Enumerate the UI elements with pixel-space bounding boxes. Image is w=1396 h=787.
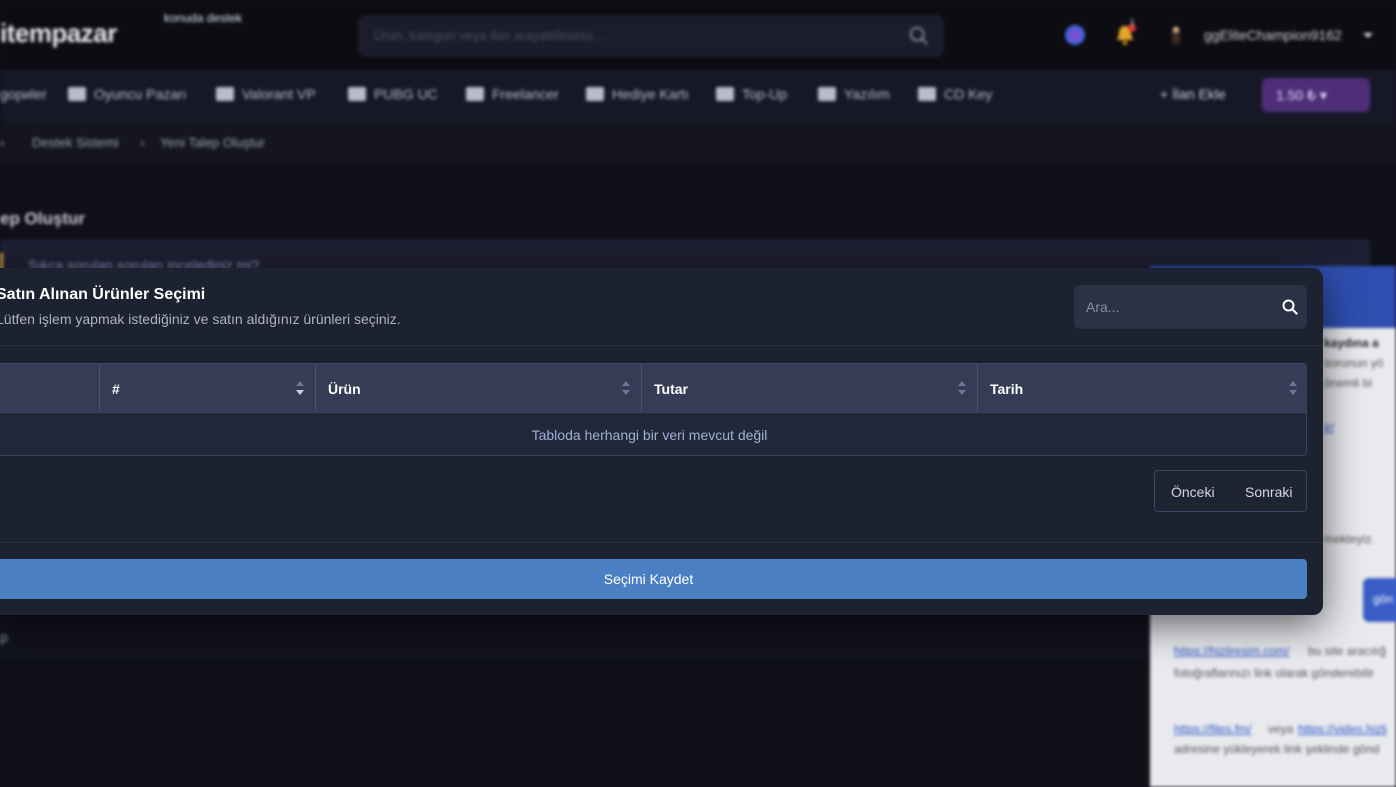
nav-item-top-up[interactable]: Top-Up bbox=[716, 86, 787, 102]
column-header-label: Tutar bbox=[654, 381, 688, 397]
product-selection-modal: Satın Alınan Ürünler Seçimi Lütfen işlem… bbox=[0, 268, 1323, 615]
table-empty-message: Tabloda herhangi bir veri mevcut değil bbox=[531, 427, 768, 443]
add-listing-label: İlan Ekle bbox=[1172, 86, 1226, 102]
valorant-icon bbox=[216, 87, 234, 101]
site-logo[interactable]: itempazar bbox=[0, 18, 117, 49]
breadcrumb-item-yeni-talep: Yeni Talep Oluştur bbox=[160, 135, 265, 150]
modal-subtitle: Lütfen işlem yapmak istediğiniz ve satın… bbox=[0, 311, 401, 327]
breadcrumb: › Destek Sistemi › Yeni Talep Oluştur bbox=[0, 122, 1396, 164]
modal-footer-divider bbox=[0, 542, 1323, 543]
side-blue-text: konuda destek bbox=[164, 11, 243, 25]
breadcrumb-separator: › bbox=[0, 135, 5, 150]
products-table: # Ürün Tutar Tarih Tabloda herhangi bir … bbox=[0, 363, 1307, 456]
save-selection-button[interactable]: Seçimi Kaydet bbox=[0, 559, 1307, 599]
avatar[interactable] bbox=[1165, 24, 1187, 46]
sort-icon[interactable] bbox=[1288, 380, 1298, 396]
modal-header-divider bbox=[0, 345, 1323, 346]
nav-item-valorant[interactable]: Valorant VP bbox=[216, 86, 316, 102]
column-header-number[interactable]: # bbox=[100, 364, 316, 412]
modal-title: Satın Alınan Ürünler Seçimi bbox=[0, 286, 206, 303]
side-send-label: gön bbox=[1373, 592, 1394, 606]
search-icon[interactable] bbox=[1282, 299, 1298, 315]
balance-value: 1.50 ₺ bbox=[1276, 87, 1317, 103]
column-header-label: Ürün bbox=[328, 381, 361, 397]
pagination: Önceki Sonraki bbox=[1154, 470, 1307, 512]
chevron-down-icon[interactable] bbox=[1363, 33, 1373, 38]
next-page-button[interactable]: Sonraki bbox=[1245, 484, 1292, 500]
nav-item-categories[interactable]: gориler bbox=[0, 86, 47, 102]
nav-item-oyuncu-pazari[interactable]: Oyuncu Pazarı bbox=[68, 86, 187, 102]
nav-item-label: Top-Up bbox=[742, 86, 788, 102]
side-line-4: mekteyiz. bbox=[1324, 532, 1375, 546]
laptop-icon bbox=[818, 87, 836, 101]
nav-item-yazilim[interactable]: Yazılım bbox=[818, 86, 890, 102]
column-header-amount[interactable]: Tutar bbox=[642, 364, 978, 412]
side-line-3: önemli bi bbox=[1324, 376, 1373, 390]
messenger-icon[interactable] bbox=[1064, 24, 1086, 46]
column-header-product[interactable]: Ürün bbox=[316, 364, 642, 412]
search-icon[interactable] bbox=[908, 25, 930, 47]
nav-item-label: Freelancer bbox=[492, 86, 559, 102]
table-empty-row: Tabloda herhangi bir veri mevcut değil bbox=[0, 412, 1306, 455]
key-icon bbox=[918, 87, 936, 101]
lower-panel: p bbox=[0, 615, 1148, 661]
side-link-files[interactable]: https://files.fm/ bbox=[1174, 722, 1251, 736]
nav-item-hediye-karti[interactable]: Hediye Kartı bbox=[586, 86, 689, 102]
column-header-label: # bbox=[112, 381, 120, 397]
page-title: ep Oluştur bbox=[0, 209, 86, 228]
nav-item-label: gориler bbox=[0, 86, 47, 102]
side-text-4: veya bbox=[1268, 722, 1294, 736]
gift-icon bbox=[586, 87, 604, 101]
nav-item-label: Yazılım bbox=[844, 86, 890, 102]
nav-item-pubg[interactable]: PUBG UC bbox=[348, 86, 438, 102]
side-link-hizliresim[interactable]: https://hizliresim.com/ bbox=[1174, 644, 1289, 658]
site-search[interactable]: Ürün, kategori veya ilan arayabilirsiniz… bbox=[358, 15, 944, 57]
nav-item-label: Valorant VP bbox=[242, 86, 316, 102]
notification-count: 1 bbox=[1130, 18, 1135, 27]
side-send-button[interactable]: gön bbox=[1363, 578, 1396, 622]
nav-item-label: PUBG UC bbox=[374, 86, 438, 102]
breadcrumb-item-destek[interactable]: Destek Sistemi bbox=[32, 135, 119, 150]
breadcrumb-separator: › bbox=[140, 135, 145, 150]
helmet-icon bbox=[348, 87, 366, 101]
site-search-placeholder: Ürün, kategori veya ilan arayabilirsiniz… bbox=[374, 28, 604, 43]
side-text-2: bu site aracılığ bbox=[1308, 644, 1387, 658]
table-header: # Ürün Tutar Tarih bbox=[0, 364, 1306, 412]
sort-icon[interactable] bbox=[957, 380, 967, 396]
previous-page-button[interactable]: Önceki bbox=[1171, 484, 1215, 500]
sort-icon[interactable] bbox=[295, 380, 305, 396]
column-header-select[interactable] bbox=[0, 364, 100, 412]
bell-icon[interactable] bbox=[1114, 24, 1136, 46]
username[interactable]: ggEliteChampion9162 bbox=[1204, 27, 1342, 43]
nav-item-label: Oyuncu Pazarı bbox=[94, 86, 187, 102]
nav-item-freelancer[interactable]: Freelancer bbox=[466, 86, 559, 102]
nav-item-label: Hediye Kartı bbox=[612, 86, 690, 102]
modal-search-input[interactable] bbox=[1074, 285, 1307, 329]
side-line-2: sorunun yö bbox=[1324, 356, 1384, 370]
nav-item-cd-key[interactable]: CD Key bbox=[918, 86, 992, 102]
balance-button[interactable]: 1.50 ₺ ▾ bbox=[1262, 78, 1370, 112]
store-icon bbox=[68, 87, 86, 101]
add-listing-button[interactable]: + İlan Ekle bbox=[1160, 86, 1226, 102]
lower-panel-label: p bbox=[0, 629, 8, 645]
sort-icon[interactable] bbox=[621, 380, 631, 396]
side-text-3: fotoğraflarınızı link olarak gönderebili… bbox=[1174, 666, 1375, 680]
briefcase-icon bbox=[466, 87, 484, 101]
nav-item-label: CD Key bbox=[944, 86, 993, 102]
side-line-1: kaydına a bbox=[1324, 336, 1379, 350]
side-link-video[interactable]: https://video.hizli bbox=[1298, 722, 1387, 736]
column-header-date[interactable]: Tarih bbox=[978, 364, 1306, 412]
side-link-1[interactable]: ir/ bbox=[1324, 420, 1334, 434]
side-text-5: adresine yükleyerek link şeklinde gönd bbox=[1174, 742, 1380, 756]
cart-icon bbox=[716, 87, 734, 101]
column-header-label: Tarih bbox=[990, 381, 1024, 397]
